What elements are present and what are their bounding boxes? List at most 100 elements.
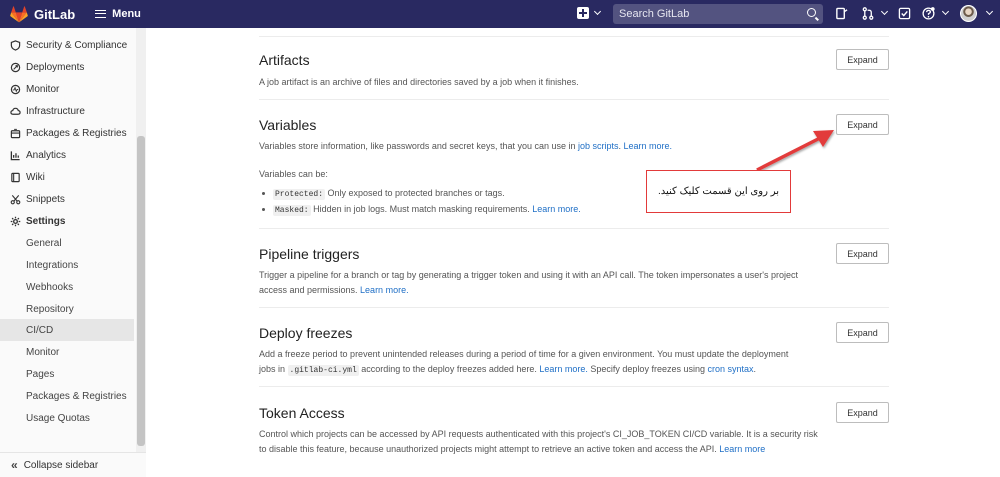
token-access-description: Control which projects can be accessed b… — [259, 429, 818, 439]
cron-syntax-link[interactable]: cron syntax — [707, 364, 753, 374]
search-input[interactable] — [613, 8, 793, 20]
chart-icon — [10, 150, 20, 160]
sidebar-subitem-integrations[interactable]: Integrations — [0, 254, 134, 276]
job-scripts-link[interactable]: job scripts — [578, 141, 619, 151]
gitlab-ci-code: .gitlab-ci.yml — [287, 365, 359, 376]
sidebar-item-monitor[interactable]: Monitor — [0, 78, 134, 100]
sidebar-item-label: Wiki — [26, 171, 45, 183]
masked-learn-more-link[interactable]: Learn more. — [532, 204, 581, 214]
sidebar-subitem-monitor[interactable]: Monitor — [0, 341, 134, 363]
variables-can-be-label: Variables can be: — [259, 169, 328, 179]
divider — [259, 228, 889, 229]
sidebar-item-label: Infrastructure — [26, 105, 85, 117]
shield-icon — [10, 39, 21, 51]
freezes-desc2-pre: jobs in — [259, 364, 288, 374]
sidebar: Security & Compliance Deployments Monito… — [0, 28, 146, 477]
pipeline-triggers-title: Pipeline triggers — [259, 246, 360, 262]
collapse-sidebar-label: Collapse sidebar — [23, 459, 99, 471]
pipeline-triggers-description: Trigger a pipeline for a branch or tag b… — [259, 270, 799, 280]
variables-title: Variables — [259, 117, 317, 133]
sidebar-item-analytics[interactable]: Analytics — [0, 144, 134, 166]
masked-bullet: Masked: Hidden in job logs. Must match m… — [262, 204, 581, 216]
merge-requests-icon[interactable] — [862, 7, 875, 20]
search-icon[interactable] — [807, 8, 816, 17]
sidebar-item-label: Security & Compliance — [26, 39, 128, 51]
menu-button[interactable]: Menu — [95, 8, 141, 20]
sidebar-item-infrastructure[interactable]: Infrastructure — [0, 100, 134, 122]
divider — [259, 386, 889, 387]
deploy-freezes-description: Add a freeze period to prevent unintende… — [259, 349, 789, 359]
monitor-icon — [10, 84, 21, 94]
sidebar-item-security-compliance[interactable]: Security & Compliance — [0, 34, 134, 56]
protected-code: Protected: — [273, 189, 326, 200]
token-access-description-line2: to disable this feature, because unautho… — [259, 441, 765, 457]
rocket-icon — [10, 62, 21, 72]
chevron-down-icon — [593, 7, 602, 16]
gitlab-logo[interactable]: GitLab — [10, 5, 76, 23]
help-icon[interactable] — [922, 7, 935, 20]
annotation-callout: بر روی این قسمت کلیک کنید. — [646, 170, 791, 213]
todo-icon[interactable] — [898, 7, 911, 20]
token-access-title: Token Access — [259, 405, 345, 421]
variables-learn-more-link[interactable]: Learn more. — [624, 141, 673, 151]
sidebar-item-label: Analytics — [26, 149, 67, 161]
protected-bullet: Protected: Only exposed to protected bra… — [262, 188, 505, 200]
protected-text: Only exposed to protected branches or ta… — [325, 188, 505, 198]
sidebar-subitem-repository[interactable]: Repository — [0, 298, 134, 320]
plus-icon — [577, 7, 589, 19]
freezes-learn-more-link[interactable]: Learn more. — [539, 364, 588, 374]
chevron-down-icon — [985, 7, 994, 16]
top-divider — [259, 36, 889, 37]
pipeline-triggers-expand-button[interactable]: Expand — [836, 243, 889, 264]
sidebar-item-deployments[interactable]: Deployments — [0, 56, 134, 78]
sidebar-item-packages-registries[interactable]: Packages & Registries — [0, 122, 134, 144]
variables-expand-button[interactable]: Expand — [836, 114, 889, 135]
sidebar-item-label: Snippets — [26, 193, 65, 205]
new-dropdown-button[interactable] — [577, 7, 602, 19]
sidebar-subitem-general[interactable]: General — [0, 232, 134, 254]
sidebar-item-label: Deployments — [26, 61, 85, 73]
double-chevron-left-icon: « — [11, 458, 18, 472]
sidebar-scrollbar[interactable] — [137, 136, 145, 446]
artifacts-title: Artifacts — [259, 52, 310, 68]
token-access-expand-button[interactable]: Expand — [836, 402, 889, 423]
chevron-down-icon — [880, 7, 889, 16]
sidebar-subitem-packages-registries[interactable]: Packages & Registries — [0, 385, 134, 407]
sidebar-item-snippets[interactable]: Snippets — [0, 188, 134, 210]
sidebar-subitem-pages[interactable]: Pages — [0, 363, 134, 385]
variables-description: Variables store information, like passwo… — [259, 138, 672, 154]
deploy-freezes-title: Deploy freezes — [259, 325, 353, 341]
menu-label: Menu — [112, 8, 141, 20]
freezes-desc2-post: Specify deploy freezes using — [587, 364, 708, 374]
avatar[interactable] — [960, 5, 977, 22]
sidebar-item-label: Settings — [26, 215, 66, 227]
triggers-desc2-text: access and permissions. — [259, 285, 361, 295]
sidebar-item-wiki[interactable]: Wiki — [0, 166, 134, 188]
token-learn-more-link[interactable]: Learn more — [719, 444, 765, 454]
triggers-learn-more-link[interactable]: Learn more. — [360, 285, 409, 295]
annotation-text: بر روی این قسمت کلیک کنید. — [657, 186, 779, 197]
sidebar-subitem-webhooks[interactable]: Webhooks — [0, 276, 134, 298]
sidebar-subitem-usage-quotas[interactable]: Usage Quotas — [0, 407, 134, 429]
freezes-desc2-end: . — [753, 364, 757, 374]
deploy-freezes-description-line2: jobs in .gitlab-ci.yml according to the … — [259, 361, 756, 379]
sidebar-item-label: Packages & Registries — [26, 127, 127, 139]
gear-icon — [10, 216, 21, 226]
freezes-desc2-mid: according to the deploy freezes added he… — [358, 364, 540, 374]
deploy-freezes-expand-button[interactable]: Expand — [836, 322, 889, 343]
brand-name: GitLab — [34, 6, 76, 22]
collapse-sidebar-button[interactable]: « Collapse sidebar — [0, 452, 146, 477]
sidebar-item-settings[interactable]: Settings — [0, 210, 134, 232]
sidebar-subitem-ci-cd[interactable]: CI/CD — [0, 319, 134, 341]
search-box[interactable] — [613, 4, 823, 24]
token-desc2-text: to disable this feature, because unautho… — [259, 444, 720, 454]
gitlab-tanuki-icon — [10, 5, 28, 22]
variables-desc-text: Variables store information, like passwo… — [259, 141, 578, 151]
sidebar-item-label: Monitor — [26, 83, 60, 95]
artifacts-description: A job artifact is an archive of files an… — [259, 77, 579, 87]
hamburger-icon — [95, 10, 107, 18]
top-navbar: GitLab Menu — [0, 0, 1000, 28]
masked-code: Masked: — [273, 205, 311, 216]
artifacts-expand-button[interactable]: Expand — [836, 49, 889, 70]
issues-icon[interactable] — [835, 7, 848, 20]
